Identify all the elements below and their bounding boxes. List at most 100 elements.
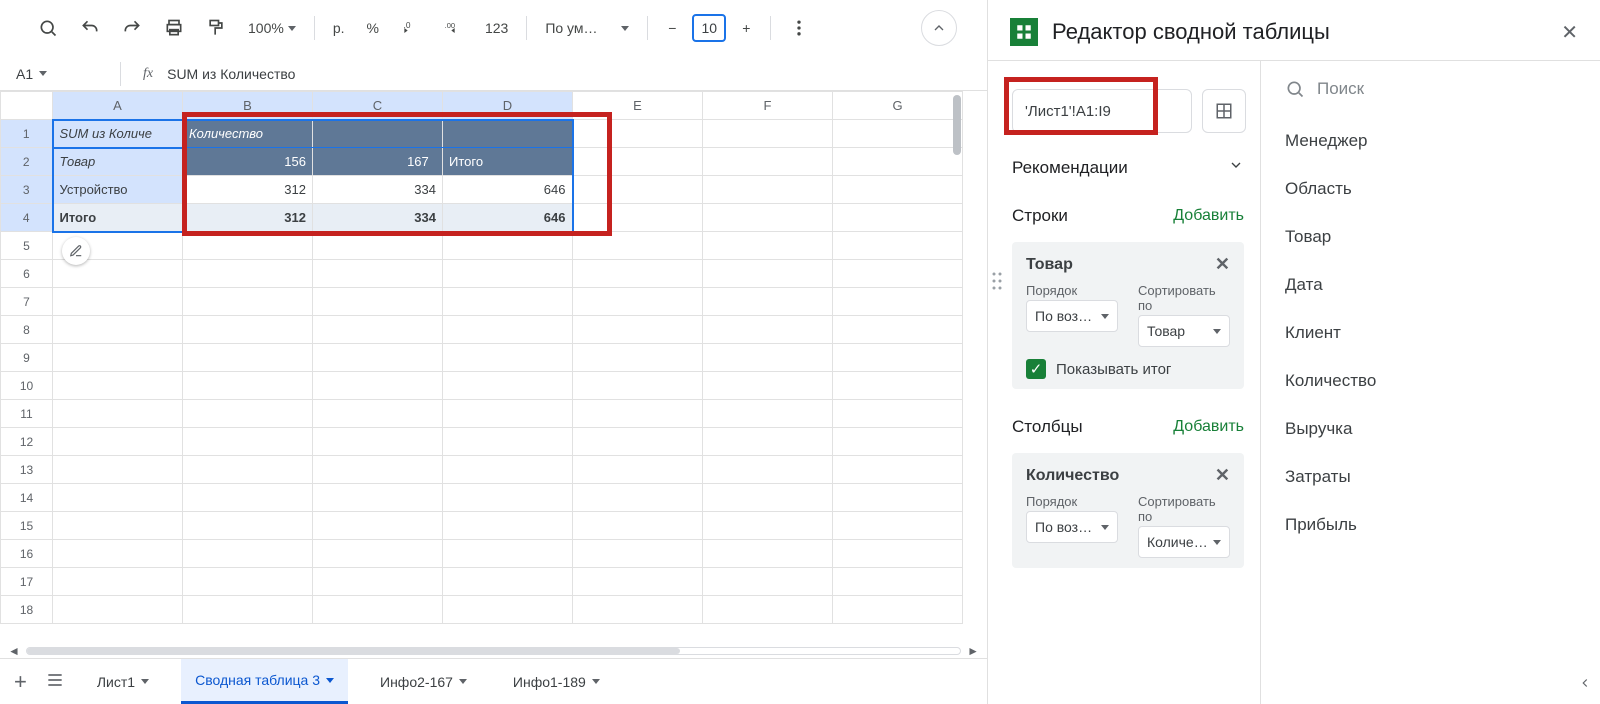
cell[interactable]: 646 [443,176,573,204]
cell[interactable] [833,568,963,596]
spreadsheet-grid[interactable]: A B C D E F G 1 SUM из Количе Количество [0,91,963,624]
cell[interactable] [183,288,313,316]
field-item[interactable]: Товар [1281,213,1550,261]
cell[interactable] [573,204,703,232]
formula-bar[interactable]: SUM из Количество [167,66,295,82]
cell[interactable] [313,596,443,624]
cell[interactable] [573,540,703,568]
cell[interactable] [703,428,833,456]
cell[interactable] [833,148,963,176]
col-header[interactable]: B [183,92,313,120]
cell[interactable] [833,400,963,428]
cell[interactable] [703,204,833,232]
cell[interactable] [313,372,443,400]
cell[interactable] [183,596,313,624]
cell[interactable] [313,540,443,568]
field-item[interactable]: Прибыль [1281,501,1550,549]
cell[interactable] [183,400,313,428]
cell[interactable] [313,428,443,456]
cell[interactable]: SUM из Количе [53,120,183,148]
cell[interactable] [313,512,443,540]
cell[interactable] [573,316,703,344]
cell[interactable] [703,120,833,148]
cell[interactable] [313,484,443,512]
cell[interactable] [703,372,833,400]
row-header[interactable]: 17 [1,568,53,596]
cell[interactable] [53,288,183,316]
col-header[interactable]: D [443,92,573,120]
cell[interactable] [443,372,573,400]
cell[interactable] [183,344,313,372]
cell[interactable] [53,512,183,540]
cell[interactable] [833,344,963,372]
row-header[interactable]: 8 [1,316,53,344]
cell[interactable]: Количество [183,120,313,148]
cell[interactable] [833,176,963,204]
cell[interactable] [573,484,703,512]
row-header[interactable]: 2 [1,148,53,176]
order-select[interactable]: По воз… [1026,511,1118,543]
cell[interactable] [703,344,833,372]
cell[interactable] [183,316,313,344]
cell[interactable]: 312 [183,176,313,204]
cell[interactable] [443,232,573,260]
row-header[interactable]: 9 [1,344,53,372]
cell[interactable]: 312 [183,204,313,232]
increase-decimal-icon[interactable]: .00 [435,10,471,46]
cell[interactable] [313,316,443,344]
sortby-select[interactable]: Товар [1138,315,1230,347]
drag-handle-icon[interactable] [992,271,1002,294]
cell[interactable] [573,400,703,428]
sheet-tab[interactable]: Инфо2-167 [366,659,481,704]
cell[interactable] [313,120,443,148]
font-select[interactable]: По ум… [537,10,637,46]
row-header[interactable]: 3 [1,176,53,204]
add-rows-button[interactable]: Добавить [1173,207,1244,225]
cell[interactable] [183,372,313,400]
print-icon[interactable] [156,10,192,46]
cell[interactable]: 646 [443,204,573,232]
cell[interactable]: 334 [313,204,443,232]
cell[interactable] [443,344,573,372]
cell[interactable] [573,288,703,316]
cell[interactable] [833,288,963,316]
decrease-decimal-icon[interactable]: .0 [393,10,429,46]
cell[interactable] [443,568,573,596]
cell[interactable] [443,316,573,344]
cell[interactable] [833,204,963,232]
recommendations-toggle[interactable]: Рекомендации [1012,157,1260,196]
cell[interactable] [313,344,443,372]
cell[interactable] [443,260,573,288]
cell[interactable] [183,456,313,484]
remove-field-icon[interactable]: ✕ [1215,254,1230,275]
cell[interactable] [703,400,833,428]
cell[interactable]: 156 [183,148,313,176]
cell[interactable] [53,428,183,456]
cell[interactable] [573,120,703,148]
col-header[interactable]: E [573,92,703,120]
cell[interactable] [703,512,833,540]
cell[interactable] [53,568,183,596]
cell[interactable] [703,232,833,260]
vertical-scrollbar[interactable] [953,95,961,155]
cell[interactable] [703,316,833,344]
select-range-icon[interactable] [1202,89,1246,133]
scroll-right-icon[interactable]: ► [967,644,979,658]
cell[interactable] [833,316,963,344]
cell[interactable] [443,428,573,456]
cell[interactable] [53,484,183,512]
col-header[interactable]: F [703,92,833,120]
cell[interactable] [703,540,833,568]
cell[interactable] [833,512,963,540]
cell[interactable] [833,120,963,148]
cell[interactable] [183,568,313,596]
cell[interactable] [703,568,833,596]
side-panel-collapse-icon[interactable] [1570,61,1600,704]
cell[interactable] [573,344,703,372]
cell[interactable] [183,428,313,456]
cell[interactable] [313,288,443,316]
cell[interactable] [183,540,313,568]
cell[interactable] [443,288,573,316]
add-cols-button[interactable]: Добавить [1173,418,1244,436]
cell[interactable] [833,596,963,624]
